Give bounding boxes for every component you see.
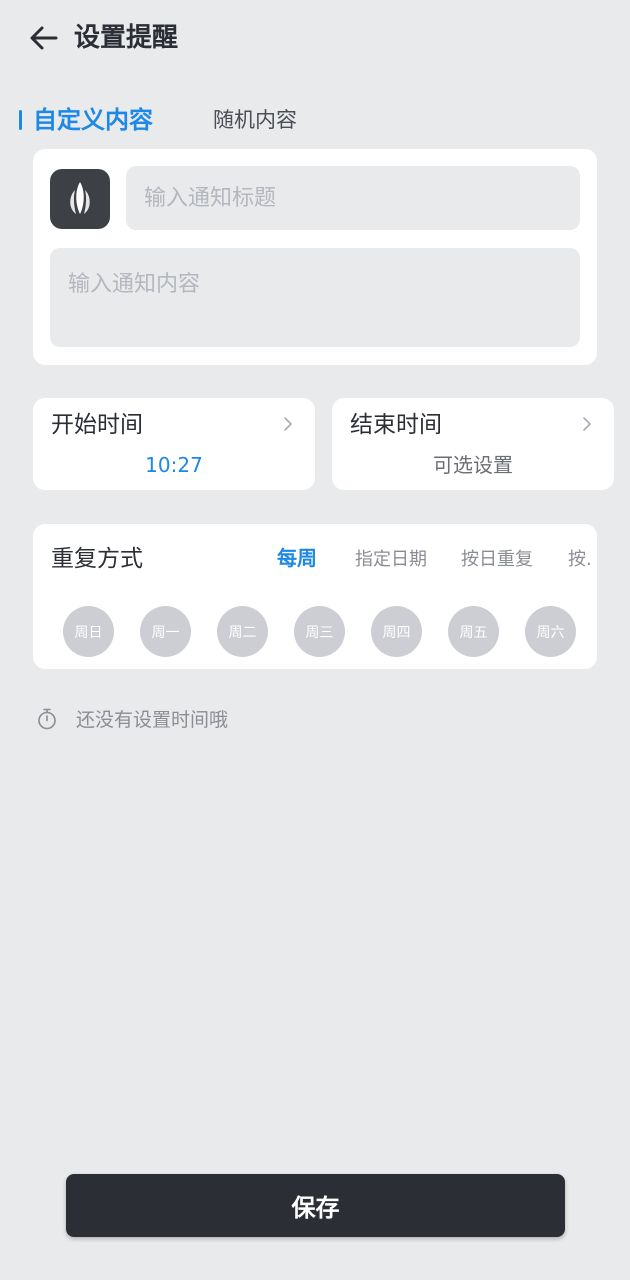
repeat-mode-card: 重复方式 每周 指定日期 按日重复 按. 周日 周一 周二 周三 周四 周五 周… — [33, 524, 597, 669]
chevron-right-icon — [284, 417, 292, 431]
app-icon[interactable] — [50, 169, 110, 229]
notification-content-card — [33, 149, 597, 365]
day-tuesday[interactable]: 周二 — [217, 606, 268, 657]
repeat-mode-more[interactable]: 按. — [568, 546, 592, 574]
end-time-label: 结束时间 — [350, 412, 442, 438]
day-friday[interactable]: 周五 — [448, 606, 499, 657]
day-sunday[interactable]: 周日 — [63, 606, 114, 657]
app-header: 设置提醒 — [0, 0, 630, 80]
repeat-mode-weekly[interactable]: 每周 — [277, 544, 317, 572]
end-time-value: 可选设置 — [433, 453, 513, 477]
end-time-card[interactable]: 结束时间 可选设置 — [332, 398, 614, 490]
hint-text: 还没有设置时间哦 — [76, 709, 229, 731]
seed-logo-icon — [70, 182, 90, 214]
save-button[interactable]: 保存 — [66, 1174, 565, 1237]
tab-custom-content[interactable]: 自定义内容 — [33, 102, 153, 138]
repeat-mode-label: 重复方式 — [51, 546, 143, 572]
start-time-label: 开始时间 — [51, 412, 143, 438]
day-monday[interactable]: 周一 — [140, 606, 191, 657]
start-time-card[interactable]: 开始时间 10:27 — [33, 398, 315, 490]
active-tab-indicator — [19, 110, 22, 130]
day-thursday[interactable]: 周四 — [371, 606, 422, 657]
start-time-value: 10:27 — [145, 453, 203, 477]
notification-title-input[interactable] — [126, 166, 580, 230]
day-saturday[interactable]: 周六 — [525, 606, 576, 657]
notification-content-input[interactable] — [50, 248, 580, 347]
repeat-mode-specific-date[interactable]: 指定日期 — [355, 546, 427, 574]
tab-random-content[interactable]: 随机内容 — [213, 104, 297, 136]
page-title: 设置提醒 — [74, 23, 179, 53]
back-arrow-icon[interactable] — [26, 20, 62, 56]
stopwatch-icon — [38, 708, 56, 730]
chevron-right-icon — [583, 417, 591, 431]
repeat-mode-daily[interactable]: 按日重复 — [461, 546, 533, 574]
day-wednesday[interactable]: 周三 — [294, 606, 345, 657]
